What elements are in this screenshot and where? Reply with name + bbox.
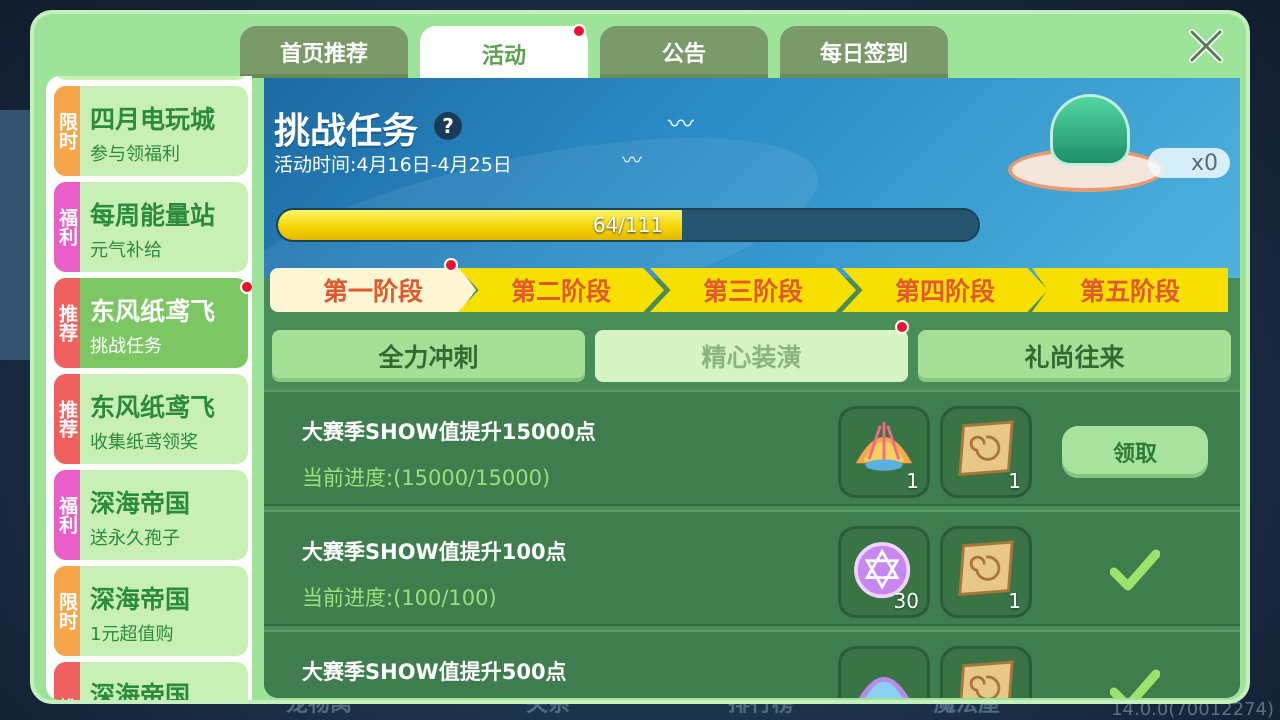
top-tabs: 首页推荐 活动 公告 每日签到 bbox=[240, 24, 948, 82]
stage-tab-1[interactable]: 第一阶段 bbox=[270, 268, 476, 312]
side-tag: 推荐 bbox=[54, 374, 80, 464]
shell-icon bbox=[859, 677, 909, 698]
stage-tab-3[interactable]: 第三阶段 bbox=[650, 268, 856, 312]
subtab-decorate[interactable]: 精心装潢 bbox=[595, 330, 908, 382]
task-row: 大赛季SHOW值提升500点 bbox=[264, 630, 1240, 698]
notification-dot bbox=[895, 320, 909, 334]
task-row: 大赛季SHOW值提升15000点 当前进度:(15000/15000) 1 1 … bbox=[264, 390, 1240, 506]
side-title: 深海帝国 bbox=[90, 489, 191, 518]
tab-home-recommend[interactable]: 首页推荐 bbox=[240, 26, 408, 78]
reward-qty: 1 bbox=[906, 469, 919, 493]
banner-title: 挑战任务 bbox=[274, 111, 419, 152]
task-title: 大赛季SHOW值提升100点 bbox=[302, 540, 567, 564]
reward-qty: 1 bbox=[1008, 469, 1021, 493]
sidebar-item-kite-collect[interactable]: 推荐 东风纸鸢飞 收集纸鸢领奖 bbox=[54, 374, 248, 464]
side-title: 东风纸鸢飞 bbox=[90, 393, 216, 422]
stage-tab-4[interactable]: 第四阶段 bbox=[842, 268, 1048, 312]
reward-qty: 30 bbox=[893, 589, 919, 613]
side-tag: 推 bbox=[54, 662, 80, 700]
reward-chest[interactable]: x0 bbox=[1008, 88, 1230, 198]
challenge-banner: 〰 〰 挑战任务 ? 活动时间:4月16日-4月25日 64/111 x0 bbox=[264, 78, 1240, 278]
sidebar-item-deep-sea[interactable]: 推 深海帝国 bbox=[54, 662, 248, 700]
activity-panel: 首页推荐 活动 公告 每日签到 限时 四月电玩城 参与领福利 福利 每周能量站 … bbox=[30, 10, 1250, 704]
notification-dot bbox=[572, 24, 586, 38]
reward-slot[interactable]: 1 bbox=[940, 406, 1032, 498]
task-title: 大赛季SHOW值提升15000点 bbox=[302, 420, 596, 444]
sidebar-item-april-arcade[interactable]: 限时 四月电玩城 参与领福利 bbox=[54, 86, 248, 176]
side-title: 东风纸鸢飞 bbox=[90, 297, 216, 326]
side-tag: 福利 bbox=[54, 470, 80, 560]
side-tag: 限时 bbox=[54, 86, 80, 176]
chest-icon bbox=[1050, 94, 1130, 166]
side-tag: 限时 bbox=[54, 566, 80, 656]
kite-scroll-icon bbox=[959, 660, 1014, 698]
reward-slot[interactable]: 1 bbox=[940, 526, 1032, 618]
task-progress: 当前进度:(15000/15000) bbox=[302, 466, 551, 490]
side-subtitle: 1元超值购 bbox=[90, 624, 174, 645]
completed-check-icon bbox=[1110, 669, 1160, 698]
close-icon bbox=[1189, 29, 1223, 63]
side-subtitle: 参与领福利 bbox=[90, 144, 180, 165]
reward-slot[interactable]: 1 bbox=[838, 406, 930, 498]
tab-activity[interactable]: 活动 bbox=[420, 24, 588, 82]
side-title: 四月电玩城 bbox=[90, 105, 216, 134]
sidebar-item-kite-challenge[interactable]: 推荐 东风纸鸢飞 挑战任务 bbox=[54, 278, 252, 368]
side-subtitle: 送永久孢子 bbox=[90, 528, 180, 549]
close-button[interactable] bbox=[1184, 24, 1228, 68]
swallow-icon: 〰 bbox=[622, 148, 642, 172]
sidebar-item-deep-sea-gift[interactable]: 福利 深海帝国 送永久孢子 bbox=[54, 470, 248, 560]
reward-slot[interactable] bbox=[838, 646, 930, 698]
side-subtitle: 收集纸鸢领奖 bbox=[90, 432, 198, 453]
stage-tabs: 第一阶段 第二阶段 第三阶段 第四阶段 第五阶段 bbox=[270, 258, 1228, 312]
completed-check-icon bbox=[1110, 549, 1160, 591]
sidebar-item-deep-sea-deal[interactable]: 限时 深海帝国 1元超值购 bbox=[54, 566, 248, 656]
challenge-progress-bar: 64/111 bbox=[276, 208, 980, 242]
side-tag: 推荐 bbox=[54, 278, 80, 368]
notification-dot bbox=[240, 280, 252, 294]
help-icon[interactable]: ? bbox=[434, 112, 462, 140]
stage-tab-2[interactable]: 第二阶段 bbox=[458, 268, 664, 312]
reward-qty: 1 bbox=[1008, 589, 1021, 613]
subtab-gift[interactable]: 礼尚往来 bbox=[918, 330, 1231, 382]
sidebar-item-weekly-energy[interactable]: 福利 每周能量站 元气补给 bbox=[54, 182, 248, 272]
reward-slot[interactable]: 30 bbox=[838, 526, 930, 618]
activity-time: 活动时间:4月16日-4月25日 bbox=[274, 154, 512, 176]
chest-count: x0 bbox=[1148, 148, 1230, 178]
task-title: 大赛季SHOW值提升500点 bbox=[302, 660, 567, 684]
side-tag: 福利 bbox=[54, 182, 80, 272]
reward-slot[interactable] bbox=[940, 646, 1032, 698]
subtab-sprint[interactable]: 全力冲刺 bbox=[272, 330, 585, 382]
sidebar-item[interactable] bbox=[54, 76, 248, 80]
swallow-icon: 〰 bbox=[668, 110, 695, 140]
notification-dot bbox=[444, 258, 458, 272]
tab-announcement[interactable]: 公告 bbox=[600, 26, 768, 78]
side-subtitle: 挑战任务 bbox=[90, 336, 162, 357]
claim-button[interactable]: 领取 bbox=[1062, 426, 1208, 478]
task-progress: 当前进度:(100/100) bbox=[302, 586, 497, 610]
progress-text: 64/111 bbox=[592, 213, 664, 237]
task-row: 大赛季SHOW值提升100点 当前进度:(100/100) 30 1 bbox=[264, 510, 1240, 626]
side-title: 每周能量站 bbox=[90, 201, 216, 230]
side-title: 深海帝国 bbox=[90, 681, 191, 700]
stage-tab-5[interactable]: 第五阶段 bbox=[1032, 268, 1228, 312]
activity-content: 〰 〰 挑战任务 ? 活动时间:4月16日-4月25日 64/111 x0 第一… bbox=[264, 78, 1240, 698]
side-subtitle: 元气补给 bbox=[90, 240, 162, 261]
tab-daily-signin[interactable]: 每日签到 bbox=[780, 26, 948, 78]
side-title: 深海帝国 bbox=[90, 585, 191, 614]
activity-sidebar[interactable]: 限时 四月电玩城 参与领福利 福利 每周能量站 元气补给 推荐 东风纸鸢飞 挑战… bbox=[46, 76, 252, 700]
category-tabs: 全力冲刺 精心装潢 礼尚往来 bbox=[272, 320, 1231, 382]
